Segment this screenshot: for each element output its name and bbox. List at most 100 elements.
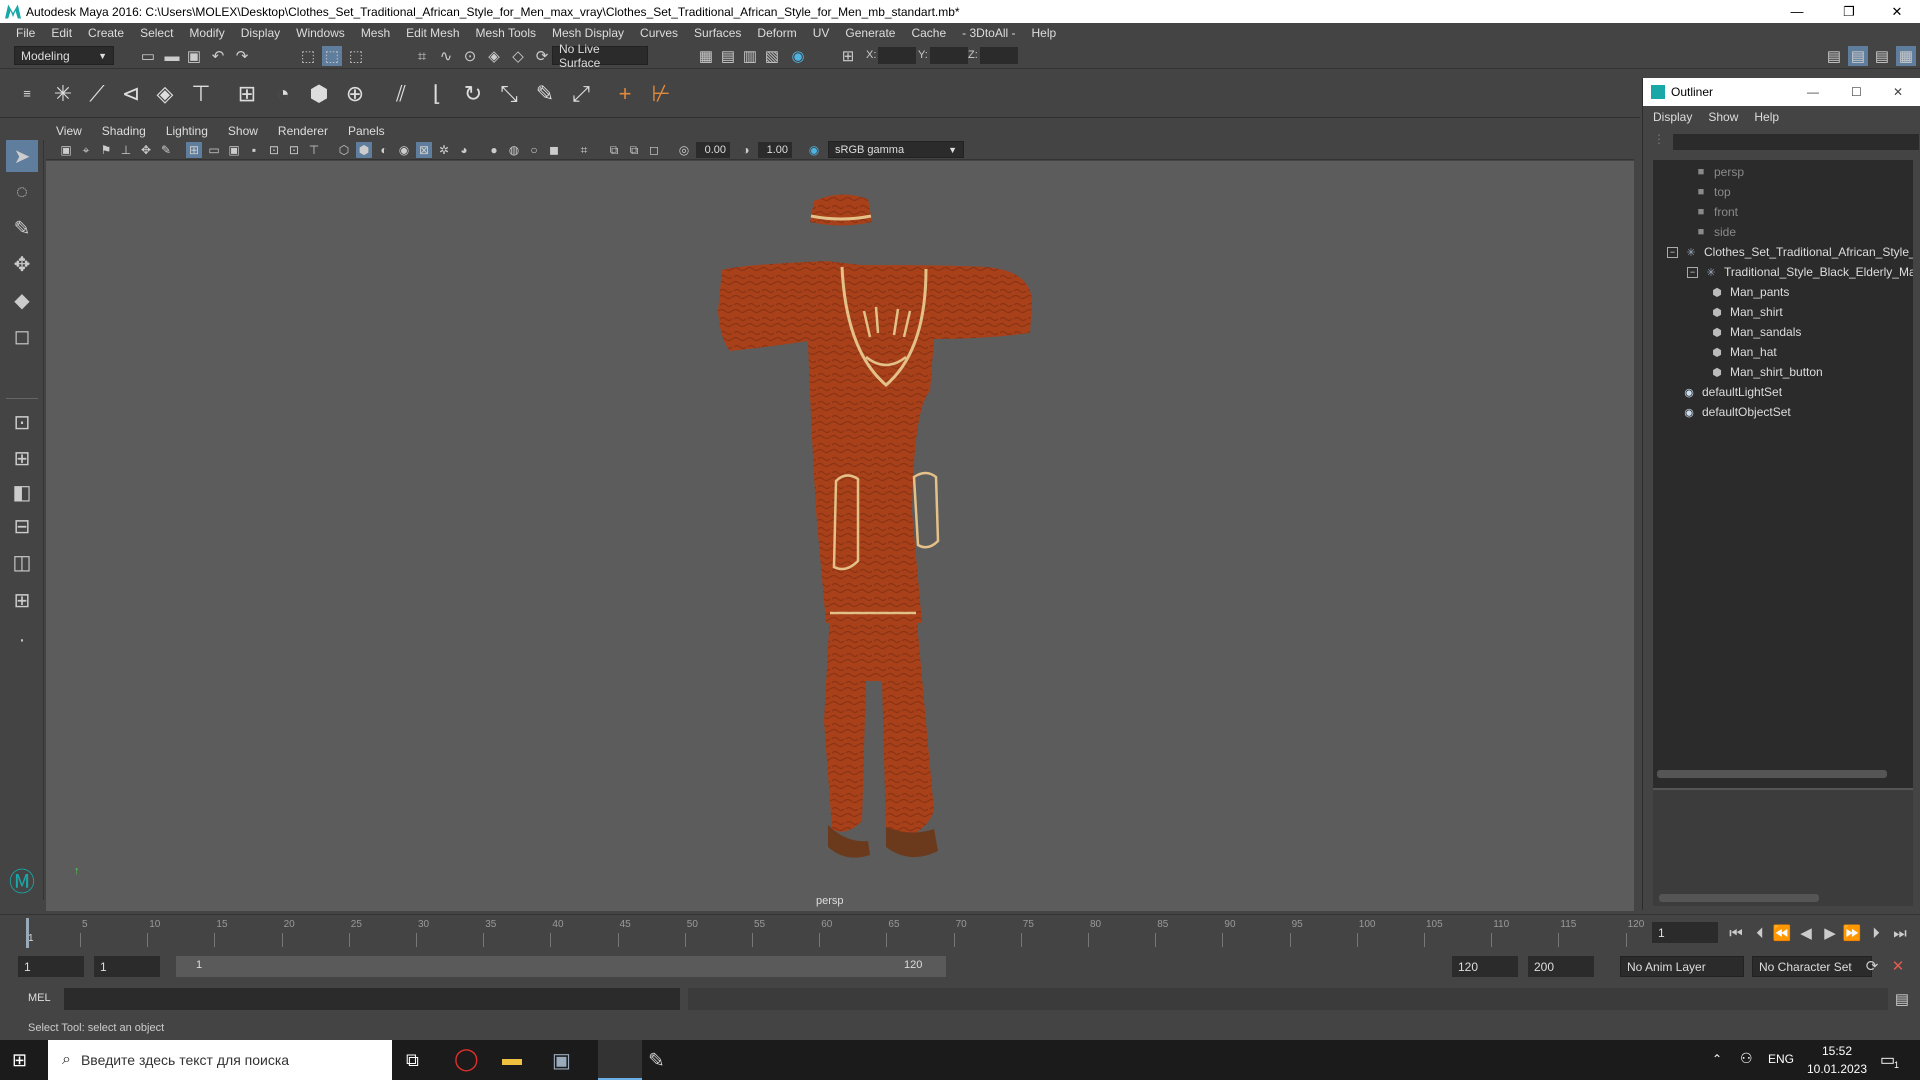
soft-select-icon[interactable]: ✳: [48, 79, 78, 109]
maya-taskbar-icon[interactable]: [598, 1040, 642, 1080]
collapse-icon[interactable]: −: [1667, 246, 1678, 258]
viewport-menu-view[interactable]: View: [46, 124, 92, 138]
pants[interactable]: [824, 611, 934, 837]
channel-box-icon[interactable]: ▦: [1896, 46, 1916, 66]
step-back-key-icon[interactable]: ⏪: [1772, 923, 1792, 943]
collapse-icon[interactable]: −: [1687, 266, 1698, 278]
select-by-component-icon[interactable]: ⬚: [346, 46, 366, 66]
shirt[interactable]: [718, 261, 1032, 623]
shelf-menu-icon[interactable]: ≡: [20, 78, 34, 108]
wireframe-on-shaded-icon[interactable]: ◐: [376, 142, 392, 158]
camera-attributes-icon[interactable]: ⌖: [78, 142, 94, 158]
paint-select-icon[interactable]: ✎: [6, 212, 38, 244]
transform-mode-icon[interactable]: ⊞: [838, 46, 858, 66]
lasso-tool-icon[interactable]: ◌: [6, 176, 38, 208]
undo-icon[interactable]: ↶: [208, 46, 228, 66]
open-scene-icon[interactable]: ▬: [162, 46, 182, 66]
snap-view-icon[interactable]: ◈: [484, 46, 504, 66]
persp-graph-layout-icon[interactable]: ⊟: [6, 510, 38, 542]
list-item[interactable]: − ✳ Traditional_Style_Black_Elderly_Mar: [1687, 262, 1913, 282]
grease-pencil-icon[interactable]: ✎: [158, 142, 174, 158]
menu-file[interactable]: File: [8, 26, 43, 40]
viewport-menu-renderer[interactable]: Renderer: [268, 124, 338, 138]
ipr-render-icon[interactable]: ▥: [740, 46, 760, 66]
safe-action-icon[interactable]: ⊡: [286, 142, 302, 158]
menu-help[interactable]: Help: [1024, 26, 1065, 40]
z-input[interactable]: [980, 47, 1018, 64]
auto-key-icon[interactable]: ⟳: [1862, 956, 1882, 976]
step-forward-key-icon[interactable]: ⏩: [1842, 923, 1862, 943]
sculpt-icon[interactable]: ◔: [268, 79, 298, 109]
move-tool-icon[interactable]: ✥: [6, 248, 38, 280]
menu-uv[interactable]: UV: [805, 26, 838, 40]
list-item[interactable]: ■ front: [1693, 202, 1738, 222]
scale-tool-icon[interactable]: ◻: [6, 320, 38, 352]
windows-start-icon[interactable]: ⊞: [12, 1050, 27, 1071]
two-d-pan-icon[interactable]: ✥: [138, 142, 154, 158]
isolate-select-icon[interactable]: ◼: [546, 142, 562, 158]
outliner-layout-icon[interactable]: ⊞: [6, 584, 38, 616]
live-surface-field[interactable]: No Live Surface: [552, 42, 648, 70]
viewport-menu-shading[interactable]: Shading: [92, 124, 156, 138]
list-item[interactable]: ■ persp: [1693, 162, 1744, 182]
animation-prefs-icon[interactable]: ✕: [1888, 956, 1908, 976]
smooth-shade-icon[interactable]: ⬢: [356, 142, 372, 158]
menu-generate[interactable]: Generate: [837, 26, 903, 40]
time-slider[interactable]: 5 10 15 20 25 30 35 40 45 50 55 60 65 70 75 80 85 90 95 100…: [0, 914, 1920, 950]
close-button[interactable]: ✕: [1874, 0, 1920, 23]
quad-draw-icon[interactable]: ⊞: [232, 79, 262, 109]
clock-time[interactable]: 15:52: [1806, 1044, 1868, 1058]
list-item[interactable]: ◉ defaultObjectSet: [1681, 402, 1791, 422]
viewport-menu-lighting[interactable]: Lighting: [156, 124, 218, 138]
slide-edge-icon[interactable]: ⤢: [566, 79, 596, 109]
playback-start-input[interactable]: 1: [94, 956, 160, 977]
list-item[interactable]: ⬢ Man_shirt_button: [1709, 362, 1823, 382]
new-scene-icon[interactable]: ▭: [138, 46, 158, 66]
hypershade-icon[interactable]: ◉: [788, 46, 808, 66]
tool-settings-icon[interactable]: ▤: [1872, 46, 1892, 66]
save-scene-icon[interactable]: ▣: [184, 46, 204, 66]
outliner-menu-help[interactable]: Help: [1754, 110, 1779, 124]
backface-culling-icon[interactable]: ◻: [646, 142, 662, 158]
menu-mesh-tools[interactable]: Mesh Tools: [468, 26, 544, 40]
snap-surface-icon[interactable]: ◇: [508, 46, 528, 66]
bottom-pane-scrollbar[interactable]: [1659, 894, 1819, 902]
gamma-icon[interactable]: ◑: [738, 142, 754, 158]
multisample-icon[interactable]: ◍: [506, 142, 522, 158]
append-polygon-icon[interactable]: ⊤: [186, 79, 216, 109]
playback-end-input[interactable]: 120: [1452, 956, 1518, 977]
minimize-button[interactable]: —: [1774, 0, 1820, 23]
menu-select[interactable]: Select: [132, 26, 181, 40]
extrude-edge-icon[interactable]: ⟋: [82, 79, 112, 109]
wireframe-icon[interactable]: ⬡: [336, 142, 352, 158]
list-item[interactable]: − ✳ Clothes_Set_Traditional_African_Style_…: [1667, 242, 1913, 262]
snap-live-icon[interactable]: ⟳: [532, 46, 552, 66]
filter-icon[interactable]: ⋮: [1653, 132, 1669, 150]
clock-date[interactable]: 10.01.2023: [1806, 1062, 1868, 1076]
menu-deform[interactable]: Deform: [749, 26, 804, 40]
menu-display[interactable]: Display: [233, 26, 288, 40]
bookmark-icon[interactable]: ⚑: [98, 142, 114, 158]
safe-title-icon[interactable]: ⊤: [306, 142, 322, 158]
clothing-model[interactable]: [46, 161, 1634, 911]
go-to-start-icon[interactable]: ⏮: [1726, 923, 1746, 943]
use-all-lights-icon[interactable]: ⊠: [416, 142, 432, 158]
animation-start-input[interactable]: 1: [18, 956, 84, 977]
task-view-icon[interactable]: ⧉: [406, 1050, 419, 1071]
menu-mesh[interactable]: Mesh: [353, 26, 398, 40]
menu-edit[interactable]: Edit: [43, 26, 80, 40]
select-by-object-icon[interactable]: ⬚: [322, 46, 342, 66]
horizontal-scrollbar[interactable]: [1657, 770, 1887, 778]
viewport-menu-show[interactable]: Show: [218, 124, 268, 138]
menu-modify[interactable]: Modify: [181, 26, 232, 40]
play-forwards-icon[interactable]: ▶: [1820, 923, 1840, 943]
combine-icon[interactable]: ⊕: [340, 79, 370, 109]
bevel-icon[interactable]: ◈: [150, 79, 180, 109]
menu-3dtoall[interactable]: - 3DtoAll -: [954, 26, 1023, 40]
taskbar-search-box[interactable]: ⌕ Введите здесь текст для поиска: [48, 1040, 392, 1080]
hypershade-layout-icon[interactable]: ◫: [6, 546, 38, 578]
gate-mask-icon[interactable]: ▪: [246, 142, 262, 158]
x-input[interactable]: [878, 47, 916, 64]
list-item[interactable]: ⬢ Man_pants: [1709, 282, 1789, 302]
mel-input[interactable]: [64, 988, 680, 1010]
